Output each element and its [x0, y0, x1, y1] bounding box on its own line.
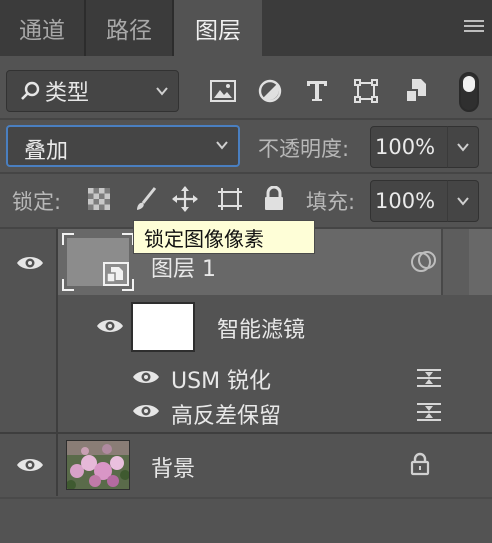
panel-menu-icon[interactable] [464, 20, 484, 34]
layer-filter-label: 类型 [45, 81, 90, 106]
tab-channels[interactable]: 通道 [0, 0, 84, 56]
lock-artboard-icon[interactable] [215, 184, 245, 214]
filter-blending-options-icon[interactable] [416, 367, 442, 389]
lock-label: 锁定: [12, 190, 62, 214]
chevron-down-icon [457, 143, 469, 152]
background-thumbnail[interactable] [66, 440, 130, 490]
blend-mode-select[interactable]: 叠加 [6, 125, 240, 167]
eye-icon[interactable] [16, 253, 44, 273]
lock-image-pixels-brush-icon[interactable] [131, 184, 161, 214]
chevron-down-icon [457, 197, 469, 206]
fill-label: 填充: [306, 190, 356, 214]
fill-input[interactable]: 100% [370, 180, 448, 222]
smart-filters-label[interactable]: 智能滤镜 [217, 312, 305, 344]
blending-options-icon[interactable] [410, 249, 438, 275]
layers-list: 图层 1 智能滤镜 USM 锐化 高反差保留 背景 [0, 229, 492, 543]
opacity-label: 不透明度: [258, 137, 350, 161]
filter-mask-thumbnail[interactable] [131, 302, 195, 352]
opacity-dropdown[interactable] [447, 126, 479, 168]
type-filter-icon[interactable] [303, 77, 331, 105]
tab-paths[interactable]: 路径 [86, 0, 172, 56]
eye-icon[interactable] [132, 401, 160, 421]
layer-filter-select[interactable]: 类型 [6, 70, 179, 112]
panel-tab-bar: 通道 路径 图层 [0, 0, 492, 56]
eye-icon[interactable] [132, 367, 160, 387]
lock-pixels-tooltip: 锁定图像像素 [133, 220, 315, 254]
layer-name[interactable]: 背景 [151, 451, 195, 483]
opacity-input[interactable]: 100% [370, 126, 448, 168]
filter-toggle-switch[interactable] [459, 72, 479, 112]
filter-name[interactable]: USM 锐化 [171, 363, 271, 395]
layer-name[interactable]: 图层 1 [151, 251, 216, 283]
lock-all-icon[interactable] [259, 184, 289, 214]
filter-blending-options-icon[interactable] [416, 401, 442, 423]
lock-position-move-icon[interactable] [170, 184, 200, 214]
search-icon [21, 81, 40, 100]
row-divider [0, 497, 492, 499]
blend-mode-value: 叠加 [24, 139, 69, 164]
image-filter-icon[interactable] [209, 77, 237, 105]
fill-value: 100% [375, 189, 436, 213]
adjustment-filter-icon[interactable] [256, 77, 284, 105]
tab-channels-label: 通道 [19, 18, 65, 44]
lock-transparent-pixels-icon[interactable] [84, 184, 114, 214]
lock-icon [410, 452, 430, 476]
eye-icon[interactable] [16, 455, 44, 475]
smart-object-filter-icon[interactable] [402, 77, 430, 105]
tab-layers-label: 图层 [195, 18, 241, 44]
shape-filter-icon[interactable] [352, 77, 380, 105]
opacity-value: 100% [375, 135, 436, 159]
tab-layers[interactable]: 图层 [174, 0, 262, 56]
fill-dropdown[interactable] [447, 180, 479, 222]
filter-row-usm[interactable]: USM 锐化 [0, 359, 492, 395]
layer-expand-area [441, 229, 469, 295]
chevron-down-icon [156, 87, 168, 96]
chevron-down-icon [216, 141, 228, 150]
eye-icon[interactable] [96, 316, 124, 336]
filter-name[interactable]: 高反差保留 [171, 398, 281, 430]
tooltip-text: 锁定图像像素 [144, 226, 264, 251]
divider [0, 118, 492, 120]
layer-row-background[interactable]: 背景 [0, 434, 492, 496]
smart-object-thumbnail[interactable] [62, 233, 134, 291]
filter-row-high-pass[interactable]: 高反差保留 [0, 395, 492, 431]
tab-paths-label: 路径 [106, 18, 152, 44]
divider [0, 172, 492, 174]
smart-filters-row[interactable]: 智能滤镜 [0, 295, 492, 435]
